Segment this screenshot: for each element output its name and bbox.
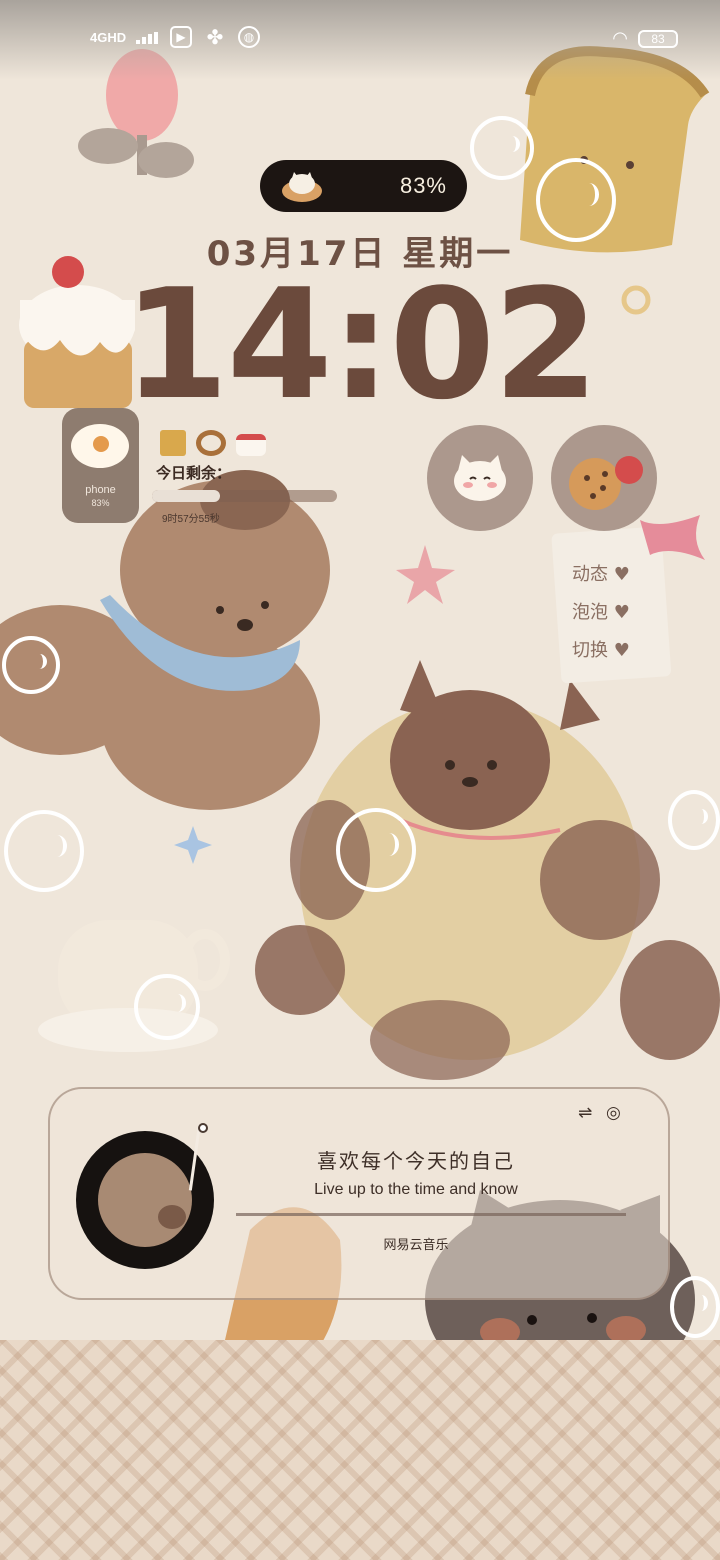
bubble-icon[interactable] (668, 790, 720, 850)
album-cover (98, 1153, 192, 1247)
wifi-icon: ◠ (612, 28, 628, 49)
browser-notification-icon: ◍ (238, 26, 260, 48)
shuffle-icon[interactable]: ⇌ (578, 1103, 592, 1123)
network-type-label: 4GHD (90, 29, 127, 45)
fried-egg-icon (71, 424, 129, 468)
fan-notification-icon: ✤ (206, 25, 224, 49)
tonearm-knob (198, 1123, 208, 1133)
bubble-icon[interactable] (134, 974, 200, 1040)
bubble-icon[interactable] (2, 636, 60, 694)
song-lyric: Live up to the time and know (314, 1181, 518, 1198)
bubble-icon[interactable] (4, 810, 84, 892)
remaining-progress-fill (152, 490, 221, 502)
bread-cat-icon (278, 169, 326, 203)
cookie-widget[interactable] (551, 425, 657, 531)
device-name: phone (85, 484, 116, 496)
battery-percent: 83% (399, 173, 447, 198)
remaining-time: 9时57分55秒 (162, 514, 220, 525)
pretzel-icon (196, 430, 226, 456)
device-battery-percent: 83% (91, 498, 110, 508)
remaining-progress-bar (152, 490, 337, 502)
bubble-icon[interactable] (336, 808, 416, 892)
sticker-note-3: 切换 ♥ (572, 640, 630, 661)
waffle-icon (160, 430, 186, 456)
lock-time: 14:02 (123, 256, 599, 433)
battery-indicator: 83 (638, 29, 678, 48)
phone-battery-widget[interactable]: phone 83% (62, 408, 139, 523)
cake-icon (236, 434, 266, 456)
battery-pill-widget[interactable]: 83% (260, 160, 467, 212)
bubble-icon[interactable] (670, 1276, 720, 1338)
video-notification-icon: ▶ (170, 26, 192, 48)
cookie-icon (569, 456, 643, 510)
status-bar: 4GHD ▶ ✤ ◍ ◠ 83 (0, 0, 720, 80)
snack-icons (160, 430, 266, 456)
signal-icon (136, 32, 158, 44)
sticker-note-2: 泡泡 ♥ (572, 602, 630, 623)
sticker-note-1: 动态 ♥ (572, 564, 630, 585)
song-title: 喜欢每个今天的自己 (317, 1149, 515, 1173)
remaining-title: 今日剩余： (156, 464, 232, 482)
music-app-name: 网易云音乐 (383, 1238, 449, 1253)
playback-progress[interactable] (236, 1213, 626, 1216)
netease-music-icon[interactable]: ◎ (606, 1103, 621, 1123)
wallpaper-floor (0, 1340, 720, 1560)
cat-face-widget[interactable] (427, 425, 533, 531)
cat-face-icon (454, 455, 506, 501)
bubble-icon[interactable] (470, 116, 534, 180)
music-player-widget[interactable]: ⇌ ◎ 喜欢每个今天的自己 Live up to the time and kn… (48, 1087, 670, 1300)
